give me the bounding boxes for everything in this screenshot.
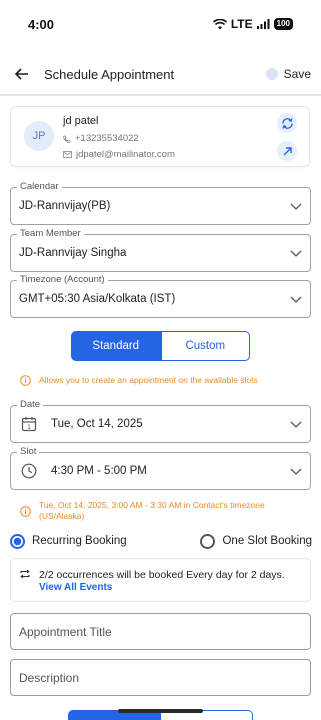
one-slot-booking-option[interactable]: One Slot Booking bbox=[200, 533, 312, 549]
status-bar: 4:00 LTE 100 bbox=[0, 0, 321, 48]
calendar-value: JD-Rannvijay(PB) bbox=[19, 200, 111, 212]
app-bar: Schedule Appointment Save bbox=[0, 56, 321, 92]
phone-icon bbox=[63, 134, 71, 143]
wifi-icon bbox=[212, 18, 227, 29]
chevron-down-icon bbox=[290, 250, 302, 257]
chevron-down-icon bbox=[290, 468, 302, 475]
appointment-title-input[interactable]: Appointment Title bbox=[10, 613, 311, 650]
booking-type-group: Recurring Booking One Slot Booking bbox=[10, 532, 312, 550]
team-member-label: Team Member bbox=[17, 228, 84, 240]
slot-select[interactable]: Slot 4:30 PM - 5:00 PM bbox=[10, 446, 311, 490]
team-member-select[interactable]: Team Member JD-Rannvijay Singha bbox=[10, 228, 311, 272]
chevron-down-icon bbox=[290, 421, 302, 428]
repeat-icon bbox=[20, 569, 30, 579]
appointment-title-placeholder: Appointment Title bbox=[19, 625, 112, 639]
contact-email: jdpatel@mailinator.com bbox=[76, 149, 175, 160]
network-label: LTE bbox=[230, 17, 253, 31]
one-slot-booking-radio[interactable] bbox=[200, 533, 216, 549]
calendar-icon: 1 bbox=[21, 417, 37, 432]
clock-icon bbox=[21, 463, 37, 479]
contact-timezone-hint-text: Tue, Oct 14, 2025, 3:00 AM - 3:30 AM in … bbox=[39, 500, 265, 521]
occurrences-summary: 2/2 occurrences will be booked Every day… bbox=[10, 558, 311, 602]
tab-standard[interactable]: Standard bbox=[71, 331, 161, 361]
refresh-icon bbox=[281, 117, 293, 129]
contact-phone: +13235534022 bbox=[75, 133, 139, 144]
save-button[interactable]: Save bbox=[265, 67, 311, 81]
home-indicator bbox=[118, 709, 203, 713]
booking-mode-toggle: Standard Custom bbox=[71, 331, 250, 361]
header-divider bbox=[0, 94, 321, 96]
back-button[interactable] bbox=[14, 66, 30, 82]
slot-label: Slot bbox=[17, 446, 40, 458]
contact-phone-row: +13235534022 bbox=[63, 133, 139, 144]
arrow-left-icon bbox=[15, 68, 28, 80]
info-icon bbox=[20, 375, 31, 386]
calendar-label: Calendar bbox=[17, 181, 62, 193]
arrow-up-right-icon bbox=[283, 146, 292, 155]
contact-timezone-hint: Tue, Oct 14, 2025, 3:00 AM - 3:30 AM in … bbox=[20, 500, 312, 522]
date-value: Tue, Oct 14, 2025 bbox=[51, 418, 143, 430]
date-picker[interactable]: Date 1 Tue, Oct 14, 2025 bbox=[10, 399, 311, 443]
chevron-down-icon bbox=[290, 203, 302, 210]
status-time: 4:00 bbox=[28, 16, 55, 32]
slot-value: 4:30 PM - 5:00 PM bbox=[51, 465, 147, 477]
standard-hint-text: Allows you to create an appointment on t… bbox=[39, 375, 258, 385]
status-indicators: LTE 100 bbox=[212, 17, 293, 31]
chevron-down-icon bbox=[290, 296, 302, 303]
battery-icon: 100 bbox=[273, 18, 293, 30]
refresh-contact-button[interactable] bbox=[277, 113, 297, 133]
standard-hint: Allows you to create an appointment on t… bbox=[20, 375, 258, 386]
save-status-dot bbox=[265, 68, 278, 80]
save-label: Save bbox=[283, 67, 311, 81]
contact-name: jd patel bbox=[63, 115, 99, 127]
contact-card: JP jd patel +13235534022 jdpatel@mailina… bbox=[10, 106, 310, 167]
description-placeholder: Description bbox=[19, 671, 80, 685]
one-slot-booking-label: One Slot Booking bbox=[222, 535, 312, 547]
timezone-value: GMT+05:30 Asia/Kolkata (IST) bbox=[19, 293, 176, 305]
contact-email-row: jdpatel@mailinator.com bbox=[63, 149, 175, 160]
date-label: Date bbox=[17, 399, 44, 411]
open-contact-button[interactable] bbox=[277, 141, 297, 161]
recurring-booking-label: Recurring Booking bbox=[32, 535, 127, 547]
svg-text:1: 1 bbox=[27, 424, 31, 431]
description-input[interactable]: Description bbox=[10, 659, 311, 696]
calendar-select[interactable]: Calendar JD-Rannvijay(PB) bbox=[10, 181, 311, 225]
view-all-events-link[interactable]: View All Events bbox=[39, 582, 112, 593]
tab-custom[interactable]: Custom bbox=[160, 331, 250, 361]
page-title: Schedule Appointment bbox=[44, 66, 175, 82]
avatar: JP bbox=[24, 121, 54, 151]
recurring-booking-option[interactable]: Recurring Booking bbox=[10, 533, 127, 549]
recurring-booking-radio[interactable] bbox=[10, 533, 25, 549]
signal-icon bbox=[256, 19, 270, 29]
team-member-value: JD-Rannvijay Singha bbox=[19, 247, 127, 259]
info-icon bbox=[20, 506, 31, 517]
email-icon bbox=[63, 151, 72, 158]
occurrences-text: 2/2 occurrences will be booked Every day… bbox=[39, 569, 285, 581]
timezone-label: Timezone (Account) bbox=[17, 274, 108, 286]
timezone-select[interactable]: Timezone (Account) GMT+05:30 Asia/Kolkat… bbox=[10, 274, 311, 318]
